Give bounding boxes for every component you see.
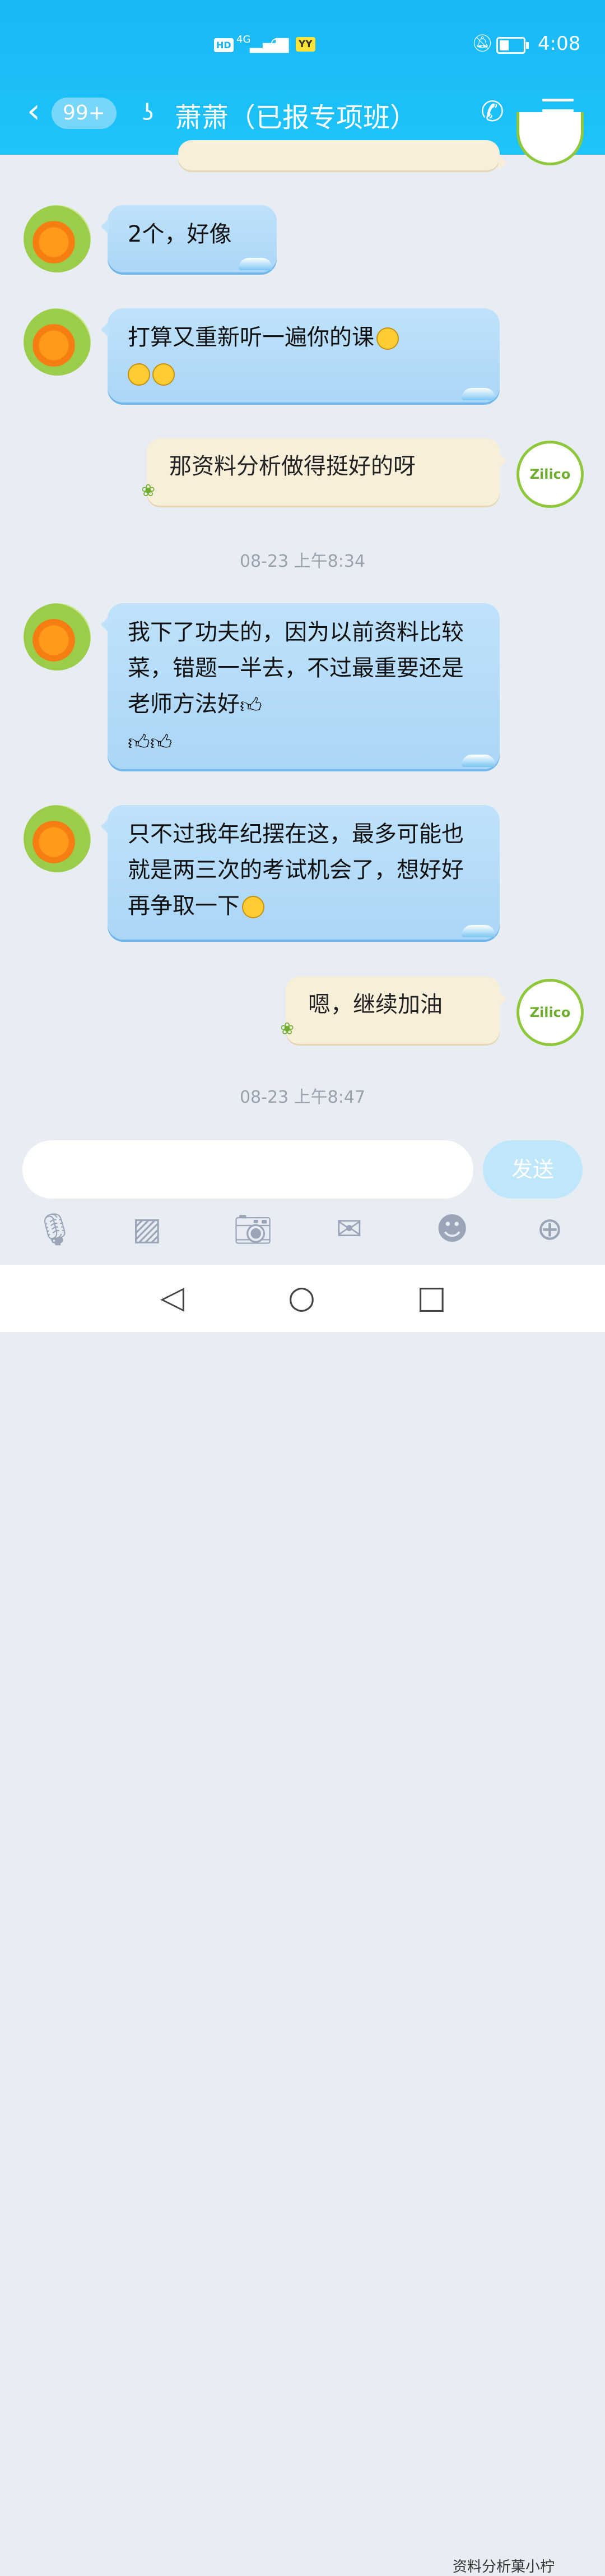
message-text: 打算又重新听一遍你的课 bbox=[128, 325, 374, 350]
self-avatar-partial bbox=[516, 112, 584, 165]
message-timestamp: 08-23 上午8:47 bbox=[239, 1088, 366, 1107]
phone-icon[interactable]: ✆ bbox=[481, 95, 504, 128]
message-bubble-right[interactable]: ❀ 那资料分析做得挺好的呀 bbox=[141, 438, 506, 506]
nav-home-icon[interactable]: ○ bbox=[288, 1279, 315, 1316]
contact-avatar[interactable] bbox=[24, 205, 91, 272]
grin-emoji-icon bbox=[152, 363, 175, 386]
camera-icon[interactable]: 📷︎ bbox=[233, 1211, 273, 1248]
back-icon[interactable]: ‹ bbox=[27, 94, 40, 128]
lotus-icon: ❀ bbox=[141, 481, 156, 501]
self-avatar[interactable]: Zilico bbox=[516, 979, 584, 1046]
image-icon[interactable]: ▨ bbox=[132, 1211, 162, 1247]
contact-title: 萧萧（已报专项班） bbox=[175, 102, 417, 133]
mute-icon: 🔕︎ bbox=[472, 34, 494, 53]
message-text: 只不过我年纪摆在这，最多可能也就是两三次的考试机会了，想好好再争取一下 bbox=[128, 821, 464, 919]
earpiece-icon[interactable]: ʖ bbox=[142, 100, 153, 126]
message-bubble-left[interactable]: 2个，好像 bbox=[101, 205, 277, 272]
nav-back-icon[interactable]: ◁ bbox=[160, 1279, 184, 1316]
thumbs-up-emoji-icon: 👍︎ bbox=[150, 730, 173, 755]
system-nav-bar: ◁ ○ □ 资料分析菓小柠 bbox=[0, 1265, 605, 2575]
message-text: 那资料分析做得挺好的呀 bbox=[169, 454, 416, 479]
battery-icon bbox=[496, 37, 529, 54]
wifi-icon: ◠ bbox=[270, 34, 285, 53]
message-bubble-left[interactable]: 我下了功夫的，因为以前资料比较菜，错题一半去，不过最重要还是老师方法好👍︎ 👍︎… bbox=[101, 603, 500, 769]
status-time: 4:08 bbox=[538, 33, 581, 55]
message-bubble-left[interactable]: 只不过我年纪摆在这，最多可能也就是两三次的考试机会了，想好好再争取一下 bbox=[101, 805, 500, 940]
grin-emoji-icon bbox=[128, 363, 150, 386]
contact-avatar[interactable] bbox=[24, 805, 91, 872]
message-text: 嗯，继续加油 bbox=[308, 992, 443, 1018]
previous-message-bubble bbox=[178, 140, 506, 170]
wave-decoration bbox=[462, 925, 495, 937]
message-input[interactable] bbox=[22, 1140, 473, 1199]
grin-emoji-icon bbox=[376, 327, 399, 350]
thumbs-up-emoji-icon: 👍︎ bbox=[240, 693, 262, 718]
nav-recents-icon[interactable]: □ bbox=[417, 1279, 446, 1316]
message-timestamp: 08-23 上午8:34 bbox=[239, 552, 366, 571]
hd-badge: HD bbox=[214, 38, 234, 52]
contact-avatar[interactable] bbox=[24, 603, 91, 670]
emoji-icon[interactable]: ☻ bbox=[436, 1211, 468, 1247]
wave-decoration bbox=[462, 388, 495, 400]
app-header: HD 4G ▂▄▆ ◠ YY 🔕︎ 4:08 ‹ 99+ ʖ 萧萧（已报专项班）… bbox=[0, 0, 605, 155]
unread-badge[interactable]: 99+ bbox=[52, 98, 117, 129]
thumbs-up-emoji-icon: 👍︎ bbox=[128, 730, 150, 755]
message-text: 2个，好像 bbox=[128, 221, 232, 247]
smile-emoji-icon bbox=[242, 896, 264, 918]
self-avatar[interactable]: Zilico bbox=[516, 441, 584, 508]
red-packet-icon[interactable]: ✉ bbox=[336, 1211, 362, 1247]
microphone-icon[interactable]: 🎙︎ bbox=[35, 1211, 75, 1248]
lotus-icon: ❀ bbox=[280, 1019, 295, 1039]
watermark-text: 资料分析菓小柠 bbox=[453, 2559, 555, 2575]
wave-decoration bbox=[239, 258, 272, 270]
contact-avatar[interactable] bbox=[24, 308, 91, 376]
message-bubble-right[interactable]: ❀ 嗯，继续加油 bbox=[280, 977, 506, 1044]
plus-icon[interactable]: ⊕ bbox=[537, 1211, 563, 1247]
yy-icon: YY bbox=[296, 37, 315, 52]
network-label: 4G bbox=[236, 34, 251, 45]
message-text: 我下了功夫的，因为以前资料比较菜，错题一半去，不过最重要还是老师方法好 bbox=[128, 619, 464, 717]
send-button[interactable]: 发送 bbox=[483, 1140, 583, 1199]
wave-decoration bbox=[462, 755, 495, 767]
message-bubble-left[interactable]: 打算又重新听一遍你的课 bbox=[101, 308, 500, 403]
